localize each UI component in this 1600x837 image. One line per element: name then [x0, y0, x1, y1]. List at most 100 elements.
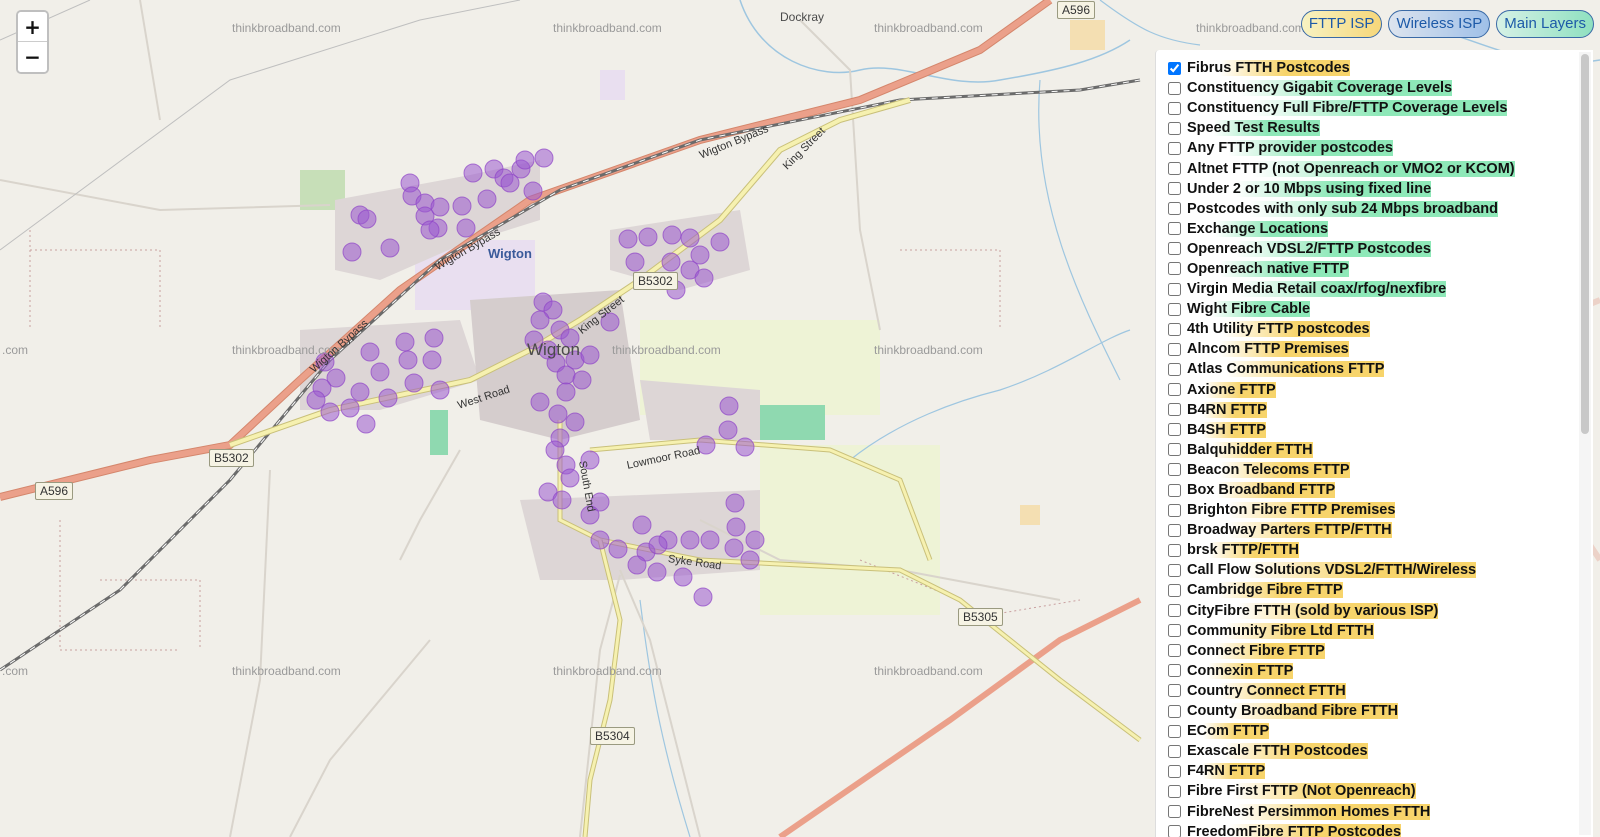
layer-row[interactable]: Alncom FTTP Premises	[1162, 339, 1562, 359]
postcode-marker[interactable]	[548, 404, 568, 424]
layer-row[interactable]: ECom FTTP	[1162, 721, 1562, 741]
layer-checkbox[interactable]	[1168, 443, 1181, 457]
layer-row[interactable]: FreedomFibre FTTP Postcodes	[1162, 822, 1562, 837]
layer-checkbox[interactable]	[1168, 503, 1181, 517]
layer-checkbox[interactable]	[1168, 162, 1181, 176]
postcode-marker[interactable]	[404, 373, 424, 393]
layer-checkbox[interactable]	[1168, 664, 1181, 678]
postcode-marker[interactable]	[648, 535, 668, 555]
layer-checkbox[interactable]	[1168, 121, 1181, 135]
layer-checkbox[interactable]	[1168, 644, 1181, 658]
postcode-marker[interactable]	[718, 420, 738, 440]
postcode-marker[interactable]	[370, 362, 390, 382]
layer-row[interactable]: B4SH FTTP	[1162, 420, 1562, 440]
layer-checkbox[interactable]	[1168, 101, 1181, 115]
postcode-marker[interactable]	[700, 530, 720, 550]
layer-checkbox[interactable]	[1168, 523, 1181, 537]
postcode-marker[interactable]	[350, 382, 370, 402]
layer-row[interactable]: Postcodes with only sub 24 Mbps broadban…	[1162, 199, 1562, 219]
layer-row[interactable]: Balquhidder FTTH	[1162, 440, 1562, 460]
postcode-marker[interactable]	[424, 328, 444, 348]
layer-checkbox[interactable]	[1168, 322, 1181, 336]
postcode-marker[interactable]	[430, 197, 450, 217]
layer-checkbox[interactable]	[1168, 624, 1181, 638]
layer-checkbox[interactable]	[1168, 242, 1181, 256]
postcode-marker[interactable]	[545, 440, 565, 460]
layer-row[interactable]: Speed Test Results	[1162, 118, 1562, 138]
postcode-marker[interactable]	[726, 517, 746, 537]
layer-checkbox[interactable]	[1168, 383, 1181, 397]
layer-checkbox[interactable]	[1168, 423, 1181, 437]
postcode-marker[interactable]	[680, 228, 700, 248]
layer-checkbox[interactable]	[1168, 262, 1181, 276]
postcode-marker[interactable]	[680, 530, 700, 550]
postcode-marker[interactable]	[710, 232, 730, 252]
layer-row[interactable]: Exascale FTTH Postcodes	[1162, 741, 1562, 761]
layer-row[interactable]: Constituency Full Fibre/FTTP Coverage Le…	[1162, 98, 1562, 118]
postcode-marker[interactable]	[740, 550, 760, 570]
layer-row[interactable]: Cambridge Fibre FTTP	[1162, 580, 1562, 600]
layer-checkbox[interactable]	[1168, 764, 1181, 778]
layer-row[interactable]: 4th Utility FTTP postcodes	[1162, 319, 1562, 339]
layer-checkbox[interactable]	[1168, 463, 1181, 477]
postcode-marker[interactable]	[380, 238, 400, 258]
postcode-marker[interactable]	[477, 189, 497, 209]
layer-checkbox[interactable]	[1168, 604, 1181, 618]
layer-checkbox[interactable]	[1168, 302, 1181, 316]
postcode-marker[interactable]	[422, 350, 442, 370]
layer-checkbox[interactable]	[1168, 744, 1181, 758]
postcode-marker[interactable]	[556, 365, 576, 385]
postcode-marker[interactable]	[306, 390, 326, 410]
postcode-marker[interactable]	[560, 468, 580, 488]
postcode-marker[interactable]	[745, 530, 765, 550]
layer-row[interactable]: County Broadband Fibre FTTH	[1162, 701, 1562, 721]
postcode-marker[interactable]	[452, 196, 472, 216]
postcode-marker[interactable]	[673, 567, 693, 587]
postcode-marker[interactable]	[378, 388, 398, 408]
layer-row[interactable]: Virgin Media Retail coax/rfog/nexfibre	[1162, 279, 1562, 299]
postcode-marker[interactable]	[694, 268, 714, 288]
postcode-marker[interactable]	[340, 398, 360, 418]
postcode-marker[interactable]	[552, 490, 572, 510]
layer-row[interactable]: Connect Fibre FTTP	[1162, 641, 1562, 661]
postcode-marker[interactable]	[647, 562, 667, 582]
postcode-marker[interactable]	[693, 587, 713, 607]
postcode-marker[interactable]	[661, 252, 681, 272]
postcode-marker[interactable]	[420, 220, 440, 240]
postcode-marker[interactable]	[565, 412, 585, 432]
layer-checkbox[interactable]	[1168, 282, 1181, 296]
layer-row[interactable]: Box Broadband FTTP	[1162, 480, 1562, 500]
postcode-marker[interactable]	[515, 150, 535, 170]
layer-row[interactable]: Wight Fibre Cable	[1162, 299, 1562, 319]
layer-row[interactable]: Beacon Telecoms FTTP	[1162, 460, 1562, 480]
layer-checkbox[interactable]	[1168, 724, 1181, 738]
postcode-marker[interactable]	[360, 342, 380, 362]
layer-checkbox[interactable]	[1168, 61, 1181, 75]
postcode-marker[interactable]	[320, 402, 340, 422]
postcode-marker[interactable]	[463, 163, 483, 183]
layer-row[interactable]: Altnet FTTP (not Openreach or VMO2 or KC…	[1162, 158, 1562, 178]
postcode-marker[interactable]	[534, 148, 554, 168]
postcode-marker[interactable]	[342, 242, 362, 262]
layer-checkbox[interactable]	[1168, 81, 1181, 95]
layer-checkbox[interactable]	[1168, 825, 1181, 837]
layer-checkbox[interactable]	[1168, 784, 1181, 798]
postcode-marker[interactable]	[590, 530, 610, 550]
layer-checkbox[interactable]	[1168, 222, 1181, 236]
scroll-thumb[interactable]	[1581, 54, 1589, 434]
panel-scrollbar[interactable]	[1579, 52, 1591, 835]
postcode-marker[interactable]	[556, 382, 576, 402]
layer-row[interactable]: Brighton Fibre FTTP Premises	[1162, 500, 1562, 520]
postcode-marker[interactable]	[735, 437, 755, 457]
layer-row[interactable]: Atlas Communications FTTP	[1162, 359, 1562, 379]
layer-row[interactable]: brsk FTTP/FTTH	[1162, 540, 1562, 560]
layer-row[interactable]: CityFibre FTTH (sold by various ISP)	[1162, 601, 1562, 621]
layer-checkbox[interactable]	[1168, 704, 1181, 718]
layer-checkbox[interactable]	[1168, 543, 1181, 557]
layer-row[interactable]: Call Flow Solutions VDSL2/FTTH/Wireless	[1162, 560, 1562, 580]
layer-row[interactable]: Fibrus FTTH Postcodes	[1162, 58, 1562, 78]
layer-row[interactable]: Broadway Parters FTTP/FTTH	[1162, 520, 1562, 540]
postcode-marker[interactable]	[572, 370, 592, 390]
layer-row[interactable]: Community Fibre Ltd FTTH	[1162, 621, 1562, 641]
layer-row[interactable]: Openreach VDSL2/FTTP Postcodes	[1162, 239, 1562, 259]
